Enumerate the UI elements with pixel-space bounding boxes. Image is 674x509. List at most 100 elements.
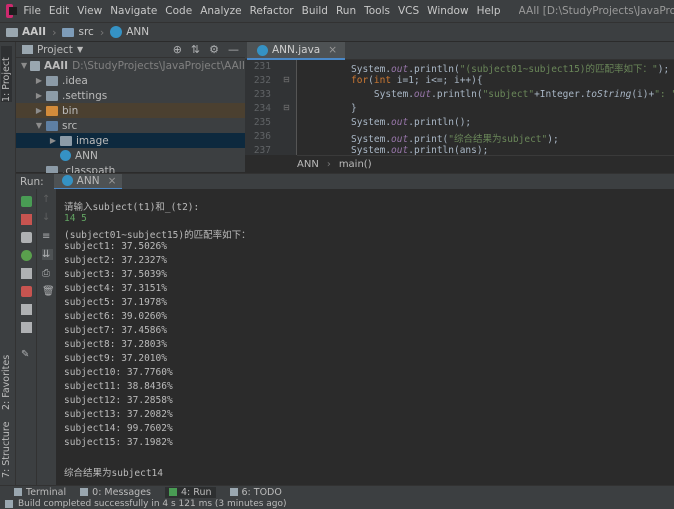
tree-node-path: D:\StudyProjects\JavaProject\AAII [72, 59, 245, 72]
tree-node-label: .settings [62, 89, 108, 102]
chevron-right-icon: › [326, 158, 331, 170]
console-line: subject11: 38.8436% [64, 381, 173, 392]
chevron-down-icon[interactable]: ▼ [77, 45, 83, 54]
gear-icon[interactable]: ⚙ [209, 43, 219, 56]
tool-tab-favorites[interactable]: 2: Favorites [1, 348, 12, 410]
line-number: 231 [253, 61, 271, 72]
run-tab-label: ANN [76, 174, 100, 187]
chevron-right-icon: › [99, 25, 105, 39]
chevron-down-icon[interactable]: ▼ [20, 61, 28, 70]
tool-tab-project[interactable]: 1: Project [1, 46, 12, 102]
menu-help[interactable]: Help [473, 5, 505, 17]
editor-tabs: ANN.java × [245, 42, 674, 60]
trash-icon[interactable]: 🗑 [42, 286, 55, 297]
breadcrumb-class[interactable]: ANN [297, 159, 319, 170]
layout-icon[interactable] [21, 304, 32, 315]
window-title: AAII [D:\StudyProjects\JavaProject\AAII]… [518, 5, 674, 17]
menu-build[interactable]: Build [298, 5, 332, 17]
console-line: subject10: 37.7760% [64, 367, 173, 378]
project-view-dropdown[interactable]: Project [37, 44, 73, 56]
tree-node[interactable]: ANN [16, 148, 245, 163]
breadcrumb-class[interactable]: ANN [110, 26, 149, 38]
menu-tools[interactable]: Tools [360, 5, 394, 17]
tool-tab-run[interactable]: 4: Run [165, 486, 216, 498]
tab-ann-java[interactable]: ANN.java × [247, 42, 346, 60]
breadcrumb-src[interactable]: src [62, 26, 94, 38]
console-line: subject7: 37.4586% [64, 325, 167, 336]
arrow-up-icon[interactable]: ↑ [42, 194, 53, 205]
menu-refactor[interactable]: Refactor [246, 5, 298, 17]
chevron-right-icon[interactable]: ▶ [34, 76, 44, 85]
line-number-gutter: 231 232 233 234 235 236 237 ⊟ ⊟ [245, 60, 297, 156]
arrow-down-icon[interactable]: ↓ [42, 212, 53, 223]
code-editor[interactable]: System.out.println("(subject01~subject15… [297, 60, 674, 155]
breadcrumb-method[interactable]: main() [339, 159, 372, 170]
soft-wrap-icon[interactable]: ≡ [42, 231, 53, 242]
close-icon[interactable]: × [328, 44, 337, 56]
messages-icon [80, 488, 89, 496]
folder-icon [46, 120, 58, 131]
tree-node-label: AAII [44, 59, 69, 72]
tree-node[interactable]: ▶ bin [16, 103, 245, 118]
console-line: subject4: 37.3151% [64, 283, 167, 294]
chevron-right-icon[interactable]: ▶ [34, 106, 44, 115]
console-line: (subject01~subject15)的匹配率如下： [64, 230, 251, 241]
tree-node[interactable]: ▼ AAII D:\StudyProjects\JavaProject\AAII [16, 58, 245, 73]
console-output[interactable]: 请输入subject(t1)和_(t2): 14 5 (subject01~subj… [56, 189, 674, 485]
rerun-icon[interactable] [21, 196, 32, 207]
menu-bar: File Edit View Navigate Code Analyze Ref… [0, 0, 674, 22]
layout-icon[interactable] [21, 322, 32, 333]
debug-icon[interactable] [21, 250, 32, 261]
menu-code[interactable]: Code [161, 5, 196, 17]
tool-tab-terminal[interactable]: Terminal [14, 487, 66, 498]
chevron-right-icon[interactable]: ▶ [48, 136, 58, 145]
menu-view[interactable]: View [73, 5, 106, 17]
run-panel-header: Run: ANN × [16, 173, 674, 190]
menu-run[interactable]: Run [332, 5, 360, 17]
chevron-down-icon[interactable]: ▼ [34, 121, 44, 130]
chevron-right-icon[interactable]: ▶ [34, 91, 44, 100]
tree-node[interactable]: ▼ src [16, 118, 245, 133]
tool-tab-structure[interactable]: 7: Structure [1, 416, 12, 478]
console-input-line: 14 5 [64, 213, 87, 224]
breadcrumb-project[interactable]: AAII [6, 26, 46, 38]
locate-icon[interactable]: ⊕ [173, 43, 182, 56]
console-line: subject13: 37.2082% [64, 409, 173, 420]
fold-marker-icon[interactable]: ⊟ [283, 103, 290, 112]
code-line: System.out.println(ans); [351, 145, 489, 155]
tree-node[interactable]: ▶ .settings [16, 88, 245, 103]
tool-tab-todo[interactable]: 6: TODO [229, 487, 282, 498]
fold-marker-icon[interactable]: ⊟ [283, 75, 290, 84]
tab-label: 4: Run [181, 486, 212, 498]
project-tree: ▼ AAII D:\StudyProjects\JavaProject\AAII ▶.… [16, 58, 245, 178]
tree-node[interactable]: ▶ image [16, 133, 245, 148]
tool-tab-messages[interactable]: 0: Messages [80, 487, 151, 498]
line-number: 237 [253, 145, 271, 156]
close-icon[interactable]: × [108, 175, 117, 187]
hide-icon[interactable]: — [228, 43, 239, 56]
menu-vcs[interactable]: VCS [394, 5, 423, 17]
run-toolbar-primary: ✎ [16, 189, 37, 485]
menu-window[interactable]: Window [423, 5, 472, 17]
menu-edit[interactable]: Edit [45, 5, 73, 17]
settings-icon[interactable] [21, 268, 32, 279]
code-line: System.out.println("subject"+Integer.toS… [351, 89, 674, 100]
print-icon[interactable]: ⎙ [42, 268, 53, 279]
stop-icon[interactable] [21, 214, 32, 225]
folder-icon [30, 60, 41, 71]
run-tab-ann[interactable]: ANN × [53, 173, 123, 190]
project-panel: Project ▼ ⊕ ⇅ ⚙ — ▼ AAII D:\StudyProjects\… [16, 42, 245, 177]
pin-icon[interactable]: ✎ [21, 349, 32, 360]
scroll-to-end-icon[interactable]: ⇊ [42, 249, 53, 260]
exit-icon[interactable] [21, 286, 32, 297]
line-number: 232 [253, 75, 271, 86]
folder-icon [46, 105, 58, 116]
menu-file[interactable]: File [19, 5, 45, 17]
chevron-right-icon: › [52, 25, 57, 39]
tree-node[interactable]: ▶ .idea [16, 73, 245, 88]
terminal-icon [14, 488, 22, 496]
collapse-all-icon[interactable]: ⇅ [191, 43, 200, 56]
menu-analyze[interactable]: Analyze [196, 5, 245, 17]
menu-navigate[interactable]: Navigate [106, 5, 161, 17]
camera-icon[interactable] [21, 232, 32, 243]
